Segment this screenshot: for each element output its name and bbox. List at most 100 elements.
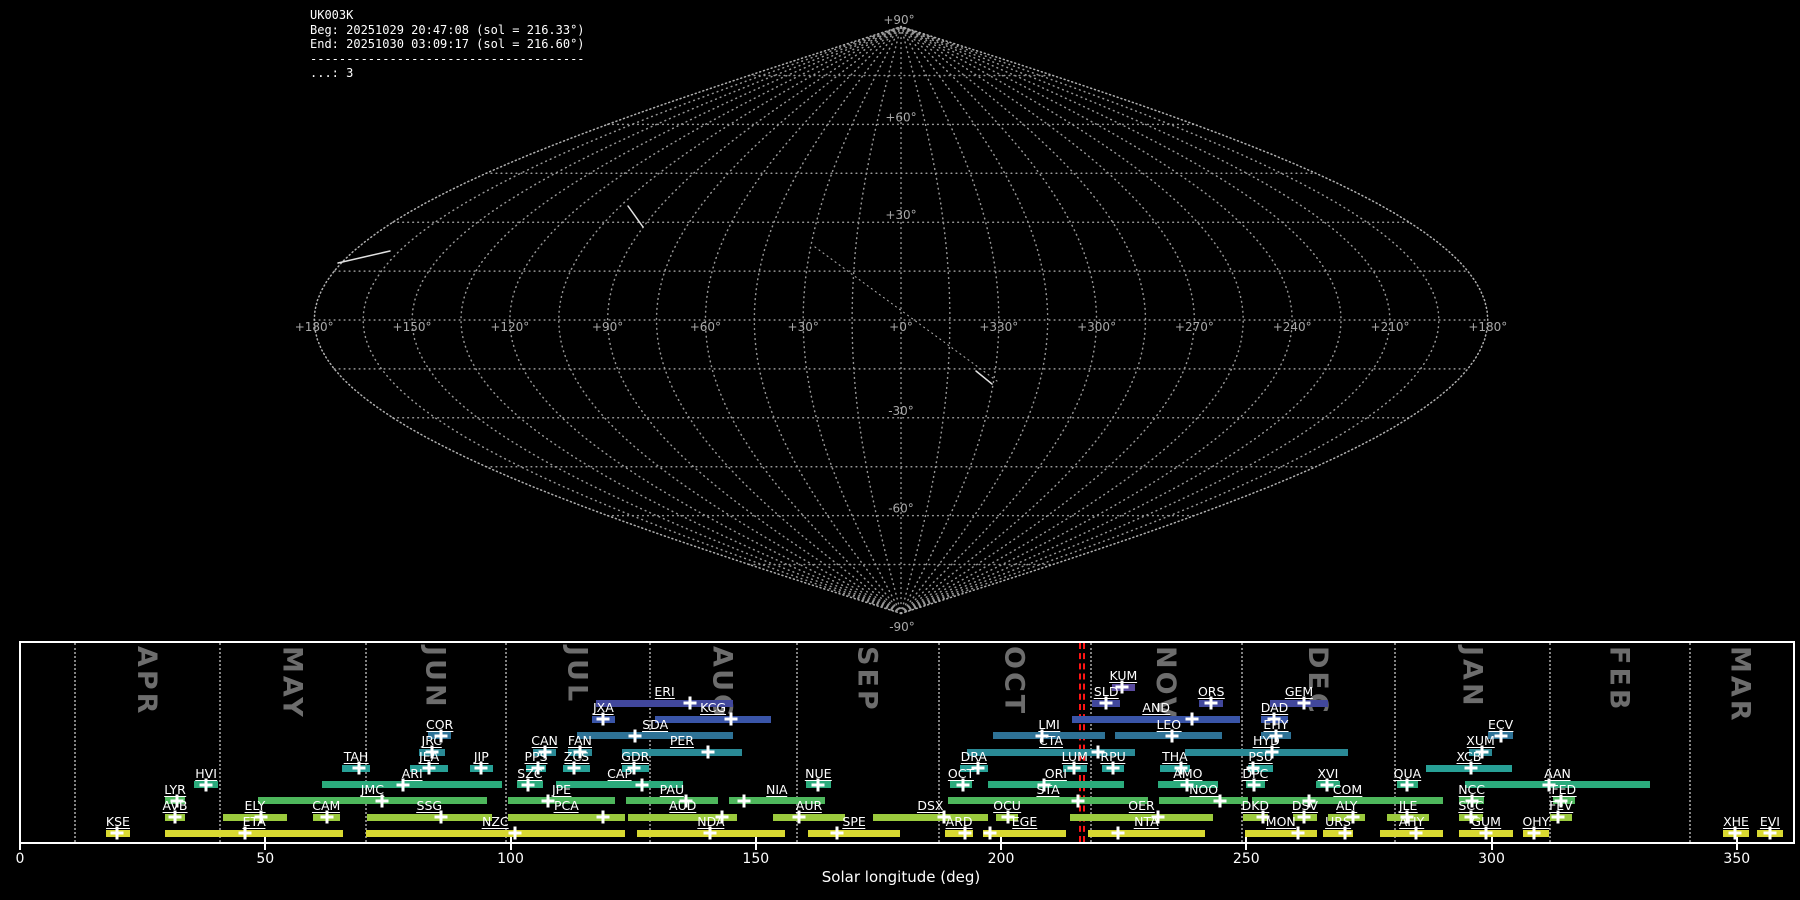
- shower-label-ERI: ERI: [654, 684, 675, 699]
- shower-peak-marker-HVI: [199, 778, 213, 791]
- shower-peak-marker-STA: [1071, 794, 1085, 807]
- longitude-label: +0°: [889, 320, 913, 334]
- month-label-feb: FEB: [1603, 646, 1635, 713]
- meteor-trail: [337, 250, 391, 264]
- shower-peak-marker-LUM: [1067, 761, 1081, 775]
- shower-bar-SDA: [577, 732, 734, 739]
- shower-label-NZC: NZC: [481, 814, 509, 829]
- shower-peak-marker-NIA: [737, 794, 751, 807]
- shower-peak-marker-JPE: [541, 794, 555, 807]
- shower-label-COM: COM: [1332, 781, 1363, 797]
- meteor-trail: [975, 370, 993, 385]
- shower-label-CAP: CAP: [607, 765, 633, 781]
- longitude-label: +30°: [788, 320, 819, 334]
- radiant-map-screen: UK003K Beg: 20251029 20:47:08 (sol = 216…: [0, 0, 1800, 900]
- shower-peak-marker-ARD: [958, 826, 972, 840]
- shower-peak-marker-GEM: [1297, 696, 1311, 710]
- shower-label-SDA: SDA: [642, 716, 669, 732]
- pole-label-south: -90°: [889, 620, 915, 634]
- month-gridline-jun: [364, 643, 367, 842]
- shower-bar-ARI: [322, 781, 503, 788]
- x-axis-tick-label: 200: [987, 851, 1015, 867]
- shower-peak-marker-OHY: [1527, 826, 1541, 840]
- x-axis-inner-tick: [1245, 836, 1248, 842]
- x-axis-title: Solar longitude (deg): [821, 868, 981, 886]
- shower-bar-SPE: [808, 829, 900, 837]
- month-label-jul: JUL: [561, 646, 593, 705]
- shower-peak-marker-EVI: [1763, 826, 1777, 840]
- shower-peak-marker-JMC: [375, 794, 389, 807]
- x-axis-tick: [1490, 843, 1493, 850]
- shower-label-AUD: AUD: [669, 798, 697, 813]
- shower-bar-ETA: [165, 829, 344, 837]
- shower-label-JPE: JPE: [551, 781, 572, 797]
- meteor-trail: [627, 205, 644, 228]
- shower-peak-marker-LEO: [1165, 729, 1179, 742]
- longitude-label: +180°: [1468, 320, 1507, 334]
- x-axis-tick-label: 0: [15, 851, 25, 867]
- shower-peak-marker-FEV: [1551, 810, 1565, 824]
- x-axis-tick-label: 300: [1478, 851, 1505, 867]
- shower-peak-marker-NOO: [1213, 794, 1227, 807]
- shower-label-STA: STA: [1036, 781, 1060, 797]
- shower-label-SPE: SPE: [842, 814, 866, 829]
- shower-peak-marker-CAM: [320, 810, 334, 824]
- shower-peak-marker-CAP: [635, 778, 649, 791]
- shower-peak-marker-AVB: [168, 810, 182, 824]
- month-label-jun: JUN: [419, 646, 451, 710]
- shower-peak-marker-DSV: [1297, 810, 1311, 824]
- shower-peak-marker-AHY: [1409, 826, 1423, 840]
- longitude-label: +270°: [1175, 320, 1214, 334]
- shower-peak-marker-EGE: [983, 826, 997, 840]
- shower-peak-marker-URS: [1338, 826, 1352, 840]
- shower-label-PER: PER: [669, 733, 694, 748]
- longitude-label: +330°: [979, 320, 1018, 334]
- shower-label-NTA: NTA: [1134, 814, 1159, 829]
- x-axis-tick: [19, 843, 21, 850]
- longitude-label: +180°: [295, 320, 334, 334]
- shower-bar-SSG: [366, 813, 492, 821]
- x-axis-inner-tick: [754, 836, 757, 842]
- shower-label-AND: AND: [1142, 700, 1170, 715]
- x-axis-tick: [1000, 843, 1002, 850]
- x-axis-tick: [509, 843, 512, 850]
- latitude-label: +30°: [885, 208, 916, 222]
- x-axis-tick: [1735, 843, 1738, 850]
- shower-peak-marker-ARI: [396, 778, 410, 791]
- shower-peak-marker-ECV: [1494, 729, 1508, 742]
- sky-map: +90° -90° +60° +30° -30° -60° +180° +150° +120° +…: [295, 13, 1508, 634]
- x-axis-tick-label: 150: [742, 851, 770, 867]
- longitude-label: +90°: [592, 320, 623, 334]
- current-sol-line-end: [1083, 643, 1086, 842]
- x-axis-tick-label: 50: [256, 851, 275, 867]
- shower-peak-marker-ZCS: [567, 761, 581, 775]
- shower-peak-marker-MON: [1291, 826, 1305, 840]
- x-axis-tick: [754, 843, 757, 850]
- pole-label-north: +90°: [883, 13, 914, 27]
- shower-peak-marker-JIP: [474, 761, 488, 775]
- longitude-label: +60°: [690, 320, 721, 334]
- shower-peak-marker-JEA: [422, 761, 436, 775]
- month-gridline-jan: [1394, 643, 1397, 842]
- shower-bar-JMC: [257, 797, 487, 804]
- shower-peak-marker-QUA: [1400, 778, 1414, 791]
- x-axis-tick-label: 250: [1232, 851, 1260, 867]
- shower-peak-marker-XVI: [1320, 778, 1334, 791]
- shower-peak-marker-TAH: [352, 761, 366, 775]
- month-gridline-nov: [1090, 643, 1093, 842]
- shower-peak-marker-RPU: [1106, 761, 1120, 775]
- month-gridline-aug: [648, 643, 651, 842]
- longitude-label: +150°: [393, 320, 432, 334]
- shower-peak-marker-NTA: [1111, 826, 1125, 840]
- shower-peak-marker-XCB: [1464, 761, 1478, 775]
- shower-label-CTA: CTA: [1039, 733, 1063, 748]
- shower-peak-marker-NDA: [703, 826, 717, 840]
- shower-bar-NTA: [1087, 829, 1205, 837]
- longitude-label: +210°: [1371, 320, 1410, 334]
- shower-peak-marker-DPC: [1247, 778, 1261, 791]
- month-gridline-may: [219, 643, 222, 842]
- x-axis-inner-tick: [264, 836, 267, 842]
- shower-peak-marker-KCG: [724, 712, 738, 726]
- x-axis-tick: [1245, 843, 1248, 850]
- shower-peak-marker-AND: [1185, 712, 1199, 726]
